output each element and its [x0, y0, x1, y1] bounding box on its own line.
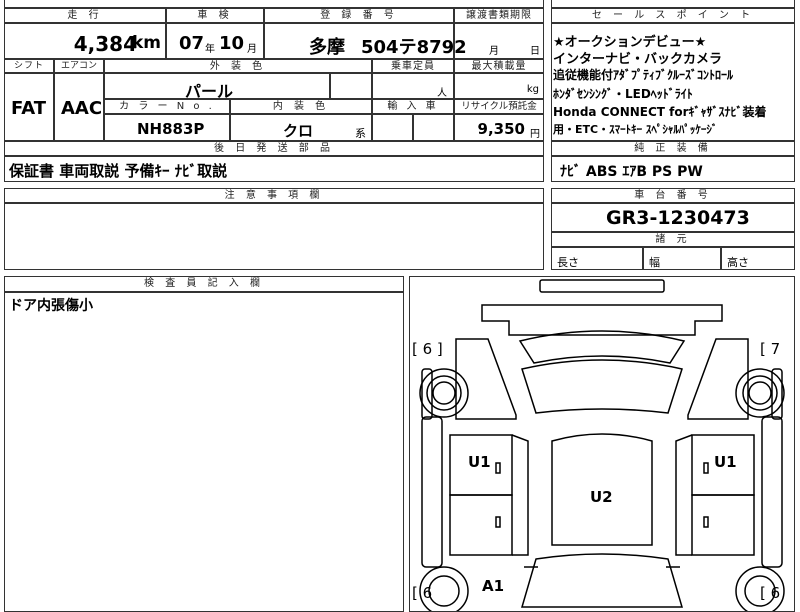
mileage-header: 走 行 [4, 8, 166, 23]
sales-point-line: Honda CONNECT forｷﾞｬｻﾞｽﾅﾋﾞ装着 [553, 105, 767, 119]
top-strip-right [551, 0, 795, 8]
inspector-notes-header: 検 査 員 記 入 欄 [4, 276, 404, 292]
registration-header: 登 録 番 号 [264, 8, 454, 23]
car-diagram [419, 279, 785, 611]
dimension-height-cell: 高さ [721, 247, 795, 270]
max-load-cell: kg [454, 73, 544, 99]
color-no-cell: NH883P [104, 114, 230, 141]
notes-header: 注 意 事 項 欄 [4, 188, 544, 203]
import-header: 輸 入 車 [372, 99, 454, 114]
exterior-color-header: 外 装 色 [104, 59, 372, 73]
sales-points-box: ★オークションデビュー★ インターナビ・バックカメラ 追従機能付ｱﾀﾞﾌﾟﾃｨﾌ… [551, 23, 795, 141]
trunk-lid [521, 359, 683, 414]
exterior-color-cell: パール [104, 73, 330, 101]
plate-region: 多摩 [309, 37, 345, 58]
sales-point-line: インターナビ・バックカメラ [553, 52, 723, 67]
recycle-unit: 円 [530, 129, 540, 140]
mark-door-left: U1 [468, 453, 491, 471]
deadline-month-unit: 月 [489, 46, 499, 57]
import-cell-a [372, 114, 413, 141]
interior-color-header: 内 装 色 [230, 99, 372, 114]
mileage-unit: km [131, 33, 161, 53]
later-parts-cell: 保証書 車両取説 予備ｷｰ ﾅﾋﾞ取説 [4, 156, 544, 182]
import-cell-b [413, 114, 454, 141]
left-front-door [449, 494, 513, 556]
mark-right-bottom: [ 6 [760, 584, 781, 602]
recycle-header: リサイクル預託金 [454, 99, 544, 114]
dimension-length-label: 長さ [557, 256, 579, 269]
chassis-no-header: 車 台 番 号 [551, 188, 795, 203]
inspector-notes-text: ドア内張傷小 [9, 298, 93, 314]
aircon-header: エアコン [54, 59, 104, 73]
interior-color-suffix: 系 [355, 127, 366, 140]
mark-left-top: [ 6 ] [412, 340, 443, 358]
chassis-no-cell: GR3-1230473 [551, 203, 795, 232]
right-rear-side [687, 338, 749, 420]
inspection-cell: 07 年 10 月 [166, 23, 264, 59]
capacity-cell: 人 [372, 73, 454, 99]
interior-color-cell: クロ 系 [230, 114, 372, 141]
mileage-cell: 4,384 km [4, 23, 166, 59]
dimension-height-label: 高さ [727, 256, 749, 269]
car-diagram-box: [ 6 ] [ 7 U1 U1 U2 A1 [ 6 [ 6 [409, 276, 795, 612]
exterior-color-extra [330, 73, 372, 99]
sales-point-header: セ ー ル ス ポ イ ン ト [551, 8, 795, 23]
sales-point-line: 用・ETC・ｽﾏｰﾄｷｰ ｽﾍﾟｼｬﾙﾊﾟｯｹｰｼﾞ [553, 123, 718, 136]
deadline-day-unit: 日 [530, 46, 540, 57]
right-front-door [691, 494, 755, 556]
left-rear-side [455, 338, 517, 420]
mark-left-bottom: [ 6 [412, 584, 433, 602]
right-step [761, 416, 783, 568]
top-strip [4, 0, 544, 8]
left-step [421, 416, 443, 568]
inspection-year: 07 [179, 33, 205, 54]
genuine-equipment-header: 純 正 装 備 [551, 141, 795, 156]
inspection-year-unit: 年 [205, 44, 215, 55]
mark-roof: U2 [590, 488, 613, 506]
transfer-deadline-header: 譲渡書類期限 [454, 8, 544, 23]
interior-color-value: クロ [283, 122, 314, 140]
dimensions-header: 諸 元 [551, 232, 795, 247]
sales-point-line: ﾎﾝﾀﾞｾﾝｼﾝｸﾞ・LEDﾍｯﾄﾞﾗｲﾄ [553, 87, 693, 101]
inspection-month: 10 [219, 33, 245, 54]
color-no-header: カ ラ ー N o . [104, 99, 230, 114]
mark-right-top: [ 7 [760, 340, 781, 358]
chassis-no-value: GR3-1230473 [606, 207, 750, 229]
later-parts-header: 後 日 発 送 部 品 [4, 141, 544, 156]
dimension-width-label: 幅 [649, 256, 660, 269]
recycle-cell: 9,350 円 [454, 114, 544, 141]
transfer-deadline-cell: 月 日 [454, 23, 544, 59]
max-load-header: 最大積載量 [454, 59, 544, 73]
windshield [521, 553, 683, 608]
aircon-value: AAC [61, 98, 103, 119]
capacity-header: 乗車定員 [372, 59, 454, 73]
color-no-value: NH883P [137, 120, 205, 138]
dimension-length-cell: 長さ [551, 247, 643, 270]
mark-door-right: U1 [714, 453, 737, 471]
shift-cell: FAT [4, 73, 54, 141]
shift-header: シフト [4, 59, 54, 73]
rear-bumper [539, 279, 665, 293]
genuine-equipment-text: ﾅﾋﾞ ABS ｴｱB PS PW [560, 164, 703, 180]
plate-number: 504テ8792 [361, 37, 467, 58]
inspector-notes-area: ドア内張傷小 [4, 292, 404, 612]
max-load-unit: kg [526, 84, 539, 95]
sales-point-line: 追従機能付ｱﾀﾞﾌﾟﾃｨﾌﾞｸﾙｰｽﾞｺﾝﾄﾛｰﾙ [553, 68, 734, 82]
inspection-month-unit: 月 [247, 44, 257, 55]
rear-window [518, 330, 686, 364]
mark-bottom-left: A1 [482, 577, 505, 595]
notes-area [4, 203, 544, 270]
later-parts-text: 保証書 車両取説 予備ｷｰ ﾅﾋﾞ取説 [9, 162, 228, 180]
genuine-equipment-cell: ﾅﾋﾞ ABS ｴｱB PS PW [551, 156, 795, 182]
recycle-amount: 9,350 [477, 120, 525, 138]
aircon-cell: AAC [54, 73, 104, 141]
shift-value: FAT [11, 98, 47, 119]
inspection-header: 車 検 [166, 8, 264, 23]
registration-cell: 多摩 504テ8792 [264, 23, 467, 59]
dimension-width-cell: 幅 [643, 247, 721, 270]
capacity-unit: 人 [437, 88, 447, 99]
mileage-value: 4,384 [73, 32, 137, 56]
